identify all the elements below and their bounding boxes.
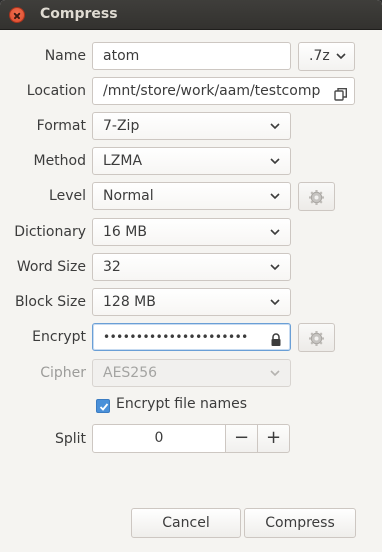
method-label: Method	[33, 153, 86, 169]
level-value: Normal	[103, 188, 154, 204]
cancel-button[interactable]: Cancel	[131, 508, 241, 538]
compress-dialog: Compress Name atom .7z Location /mnt/sto…	[0, 0, 382, 552]
chevron-down-icon	[270, 121, 280, 131]
format-dropdown[interactable]: 7-Zip	[92, 112, 291, 140]
chevron-down-icon	[270, 368, 280, 378]
word-size-label: Word Size	[16, 259, 86, 275]
titlebar: Compress	[0, 0, 382, 30]
close-icon[interactable]	[9, 7, 25, 23]
lock-icon	[270, 330, 282, 346]
window-title: Compress	[40, 6, 118, 22]
name-input[interactable]: atom	[92, 42, 291, 70]
chevron-down-icon	[270, 156, 280, 166]
format-label: Format	[36, 118, 86, 134]
compress-button[interactable]: Compress	[244, 508, 356, 538]
chevron-down-icon	[270, 227, 280, 237]
cipher-dropdown[interactable]: AES256	[92, 359, 291, 387]
cipher-value: AES256	[103, 365, 158, 381]
chevron-down-icon	[336, 51, 346, 61]
password-value: ••••••••••••••••••••••	[103, 330, 248, 344]
extension-value: .7z	[309, 48, 330, 64]
level-label: Level	[49, 188, 86, 204]
location-label: Location	[26, 83, 86, 99]
split-decrement-button[interactable]: −	[225, 424, 258, 453]
chevron-down-icon	[270, 191, 280, 201]
split-label: Split	[54, 431, 86, 447]
extension-dropdown[interactable]: .7z	[298, 42, 355, 71]
chevron-down-icon	[270, 262, 280, 272]
block-size-dropdown[interactable]: 128 MB	[92, 288, 291, 316]
encrypt-settings-button[interactable]	[298, 323, 335, 352]
location-value: /mnt/store/work/aam/testcomp	[103, 83, 321, 99]
name-label: Name	[44, 48, 86, 64]
level-settings-button[interactable]	[298, 182, 335, 211]
block-size-value: 128 MB	[103, 294, 156, 310]
word-size-dropdown[interactable]: 32	[92, 253, 291, 281]
word-size-value: 32	[103, 259, 121, 275]
location-input[interactable]: /mnt/store/work/aam/testcomp	[92, 77, 355, 105]
encrypt-label: Encrypt	[32, 329, 86, 345]
dictionary-dropdown[interactable]: 16 MB	[92, 218, 291, 246]
level-dropdown[interactable]: Normal	[92, 182, 291, 210]
encrypt-file-names-checkbox[interactable]	[96, 399, 110, 413]
method-dropdown[interactable]: LZMA	[92, 147, 291, 175]
split-increment-button[interactable]: +	[257, 424, 290, 453]
copy-folder-icon[interactable]	[334, 84, 348, 101]
chevron-down-icon	[270, 297, 280, 307]
dictionary-label: Dictionary	[14, 224, 86, 240]
format-value: 7-Zip	[103, 118, 140, 134]
block-size-label: Block Size	[14, 294, 86, 310]
cipher-label: Cipher	[40, 365, 86, 381]
encrypt-file-names-label: Encrypt file names	[116, 396, 248, 412]
password-input[interactable]: ••••••••••••••••••••••	[92, 323, 291, 351]
dictionary-value: 16 MB	[103, 224, 147, 240]
split-input[interactable]: 0	[92, 424, 226, 453]
method-value: LZMA	[103, 153, 143, 169]
